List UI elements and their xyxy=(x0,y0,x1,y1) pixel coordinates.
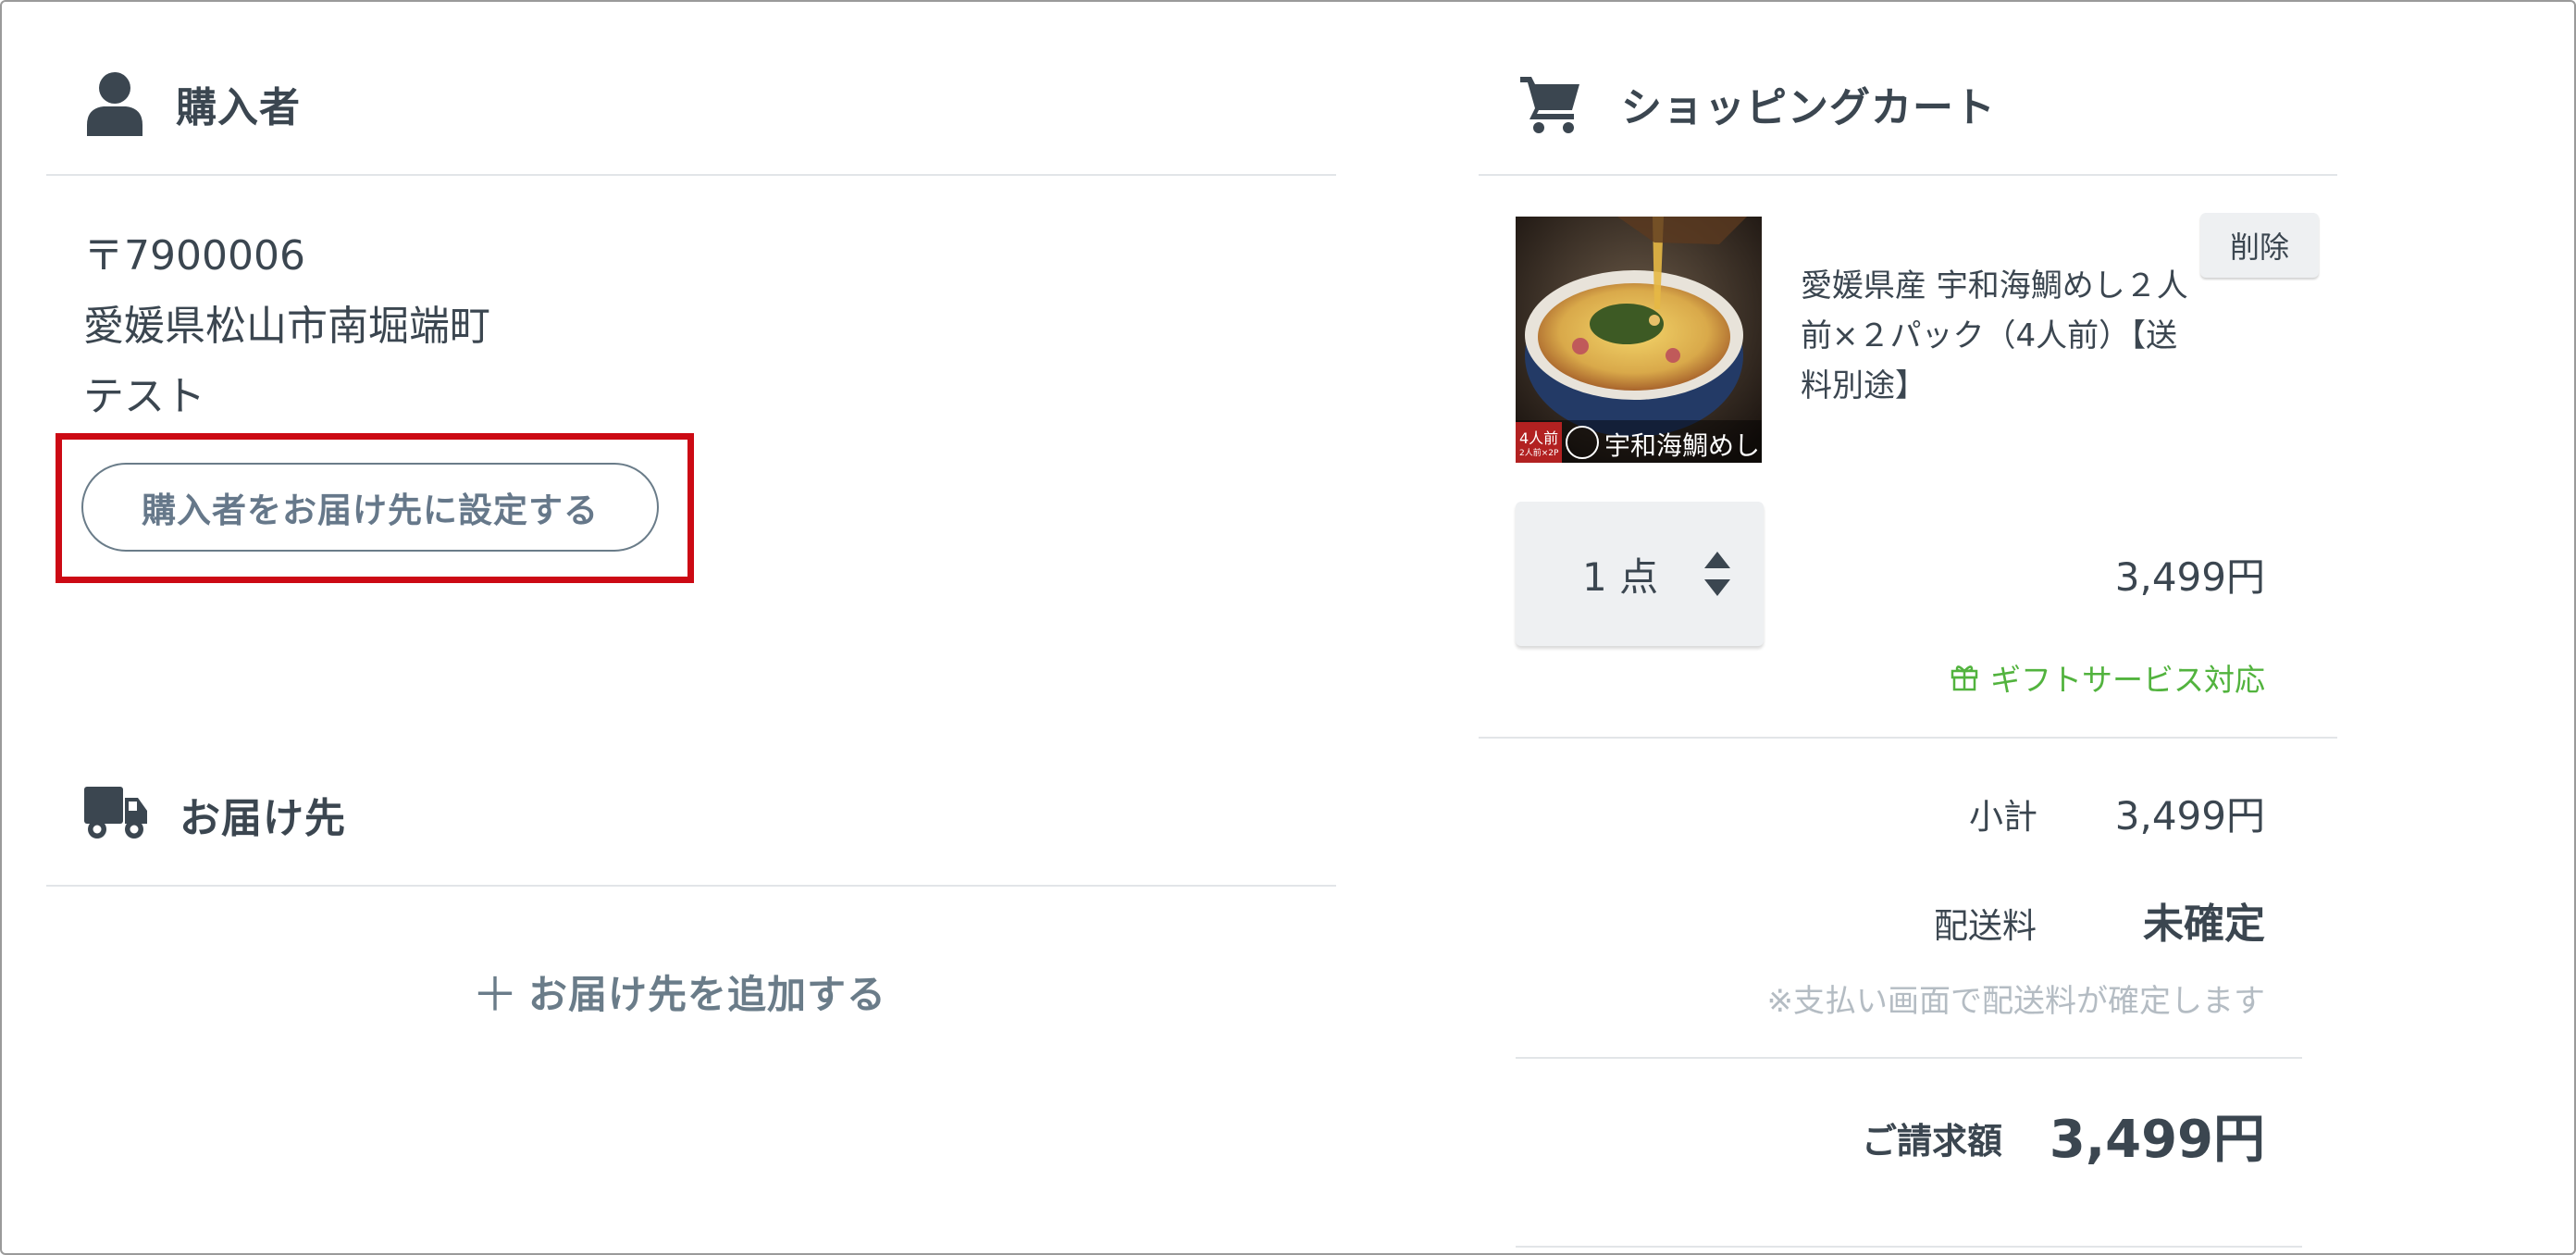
person-icon xyxy=(81,67,148,141)
product-image[interactable]: 4人前 2人前×2P 宇和海鯛めし xyxy=(1516,217,1762,463)
shipping-label: 配送料 xyxy=(1934,906,2037,946)
quantity-value: 1 点 xyxy=(1582,553,1659,600)
cart-divider xyxy=(1479,174,2337,176)
product-image-badge: 4人前 xyxy=(1519,429,1559,447)
add-delivery-address-button[interactable]: ＋ お届け先を追加する xyxy=(472,959,886,1024)
delivery-divider xyxy=(46,885,1336,887)
total-label: ご請求額 xyxy=(1862,1121,2003,1162)
quantity-select[interactable]: 1 点 xyxy=(1516,502,1764,646)
product-image-caption: 宇和海鯛めし xyxy=(1604,430,1761,461)
shipping-value: 未確定 xyxy=(2143,901,2265,948)
sort-arrows-icon xyxy=(1704,552,1730,596)
gift-service-text: ギフトサービス対応 xyxy=(1990,662,2265,698)
delivery-title: お届け先 xyxy=(180,795,346,842)
summary-divider xyxy=(1516,1057,2302,1059)
cart-title: ショッピングカート xyxy=(1621,84,1996,131)
total-value: 3,499円 xyxy=(2049,1110,2265,1170)
product-image-badge-sub: 2人前×2P xyxy=(1519,449,1559,458)
buyer-address: 愛媛県松山市南堀端町 xyxy=(83,303,490,350)
cart-icon xyxy=(1517,67,1584,141)
subtotal-label: 小計 xyxy=(1969,797,2037,837)
item-price: 3,499円 xyxy=(2114,554,2265,600)
subtotal-value: 3,499円 xyxy=(2114,793,2265,839)
buyer-section-header: 購入者 xyxy=(81,67,301,141)
window-frame xyxy=(0,0,2576,1255)
delete-item-button[interactable]: 削除 xyxy=(2200,213,2319,278)
shipping-note: ※支払い画面で配送料が確定します xyxy=(1766,983,2266,1020)
buyer-title: 購入者 xyxy=(176,84,301,131)
gift-service-label: ギフトサービス対応 xyxy=(1950,655,2265,700)
bottom-divider xyxy=(1516,1246,2302,1248)
product-name[interactable]: 愛媛県産 宇和海鯛めし２人前×２パック（4人前）【送料別途】 xyxy=(1801,261,2208,411)
buyer-postal-code: 〒7900006 xyxy=(83,232,305,280)
gift-icon xyxy=(1950,662,1981,693)
delivery-section-header: お届け先 xyxy=(81,777,346,851)
plus-icon: ＋ xyxy=(472,968,519,1022)
cart-section-header: ショッピングカート xyxy=(1517,67,1996,141)
buyer-name: テスト xyxy=(83,373,205,420)
items-divider xyxy=(1479,737,2337,739)
truck-icon xyxy=(81,777,152,851)
set-buyer-as-recipient-button[interactable]: 購入者をお届け先に設定する xyxy=(81,463,659,552)
buyer-divider xyxy=(46,174,1336,176)
add-delivery-label: お届け先を追加する xyxy=(528,971,887,1017)
